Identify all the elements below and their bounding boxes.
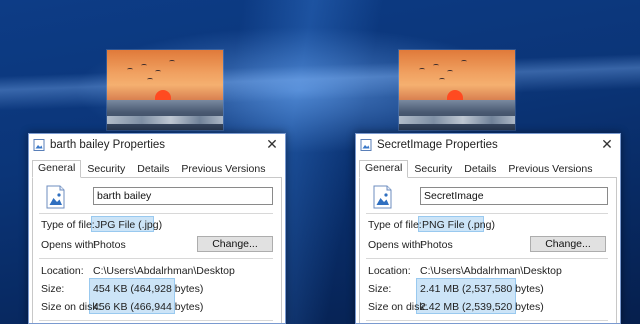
location-value: C:\Users\Abdalrhman\Desktop — [420, 265, 562, 277]
opens-with-value: Photos — [93, 239, 126, 251]
size-value: 454 KB (464,928 bytes) — [93, 283, 204, 295]
file-name-input[interactable] — [93, 187, 273, 205]
divider — [39, 320, 273, 321]
tab-previous-versions[interactable]: Previous Versions — [175, 161, 271, 177]
dialog-titlebar[interactable]: SecretImage Properties — [356, 134, 620, 156]
tab-bar: General Security Details Previous Versio… — [359, 160, 598, 178]
type-of-file-label: Type of file: — [368, 219, 422, 231]
general-panel: Type of file: JPG File (.jpg) Opens with… — [32, 178, 282, 323]
tab-security[interactable]: Security — [81, 161, 131, 177]
image-file-icon — [370, 185, 396, 209]
location-label: Location: — [41, 265, 84, 277]
image-thumbnail[interactable] — [107, 50, 223, 130]
divider — [366, 258, 608, 259]
type-of-file-label: Type of file: — [41, 219, 95, 231]
tab-general[interactable]: General — [359, 160, 409, 178]
size-on-disk-label: Size on disk: — [41, 301, 101, 313]
size-on-disk-value: 456 KB (466,944 bytes) — [93, 301, 204, 313]
size-label: Size: — [368, 283, 392, 295]
dialog-title: barth bailey Properties — [50, 139, 166, 151]
opens-with-label: Opens with: — [368, 239, 424, 251]
tab-previous-versions[interactable]: Previous Versions — [502, 161, 598, 177]
tab-bar: General Security Details Previous Versio… — [32, 160, 271, 178]
divider — [366, 320, 608, 321]
opens-with-label: Opens with: — [41, 239, 97, 251]
close-icon[interactable]: ✕ — [265, 137, 279, 151]
close-icon[interactable]: ✕ — [600, 137, 614, 151]
divider — [39, 258, 273, 259]
change-button[interactable]: Change... — [197, 236, 273, 252]
file-name-input[interactable] — [420, 187, 608, 205]
size-value: 2.41 MB (2,537,580 bytes) — [420, 283, 544, 295]
divider — [39, 213, 273, 214]
opens-with-value: Photos — [420, 239, 453, 251]
change-button[interactable]: Change... — [530, 236, 606, 252]
location-value: C:\Users\Abdalrhman\Desktop — [93, 265, 235, 277]
properties-dialog: barth bailey Properties ✕ General Securi… — [28, 133, 286, 324]
tab-details[interactable]: Details — [131, 161, 175, 177]
image-file-icon — [43, 185, 69, 209]
type-of-file-value: PNG File (.png) — [422, 219, 495, 231]
dialog-titlebar[interactable]: barth bailey Properties — [29, 134, 285, 156]
size-on-disk-label: Size on disk: — [368, 301, 428, 313]
tab-general[interactable]: General — [32, 160, 82, 178]
image-thumbnail[interactable] — [399, 50, 515, 130]
location-label: Location: — [368, 265, 411, 277]
dialog-title: SecretImage Properties — [377, 139, 498, 151]
size-label: Size: — [41, 283, 65, 295]
divider — [366, 213, 608, 214]
tab-security[interactable]: Security — [408, 161, 458, 177]
image-file-icon — [360, 139, 372, 151]
tab-details[interactable]: Details — [458, 161, 502, 177]
type-of-file-value: JPG File (.jpg) — [95, 219, 163, 231]
general-panel: Type of file: PNG File (.png) Opens with… — [359, 178, 617, 323]
properties-dialog: SecretImage Properties ✕ General Securit… — [355, 133, 621, 324]
size-on-disk-value: 2.42 MB (2,539,520 bytes) — [420, 301, 544, 313]
image-file-icon — [33, 139, 45, 151]
